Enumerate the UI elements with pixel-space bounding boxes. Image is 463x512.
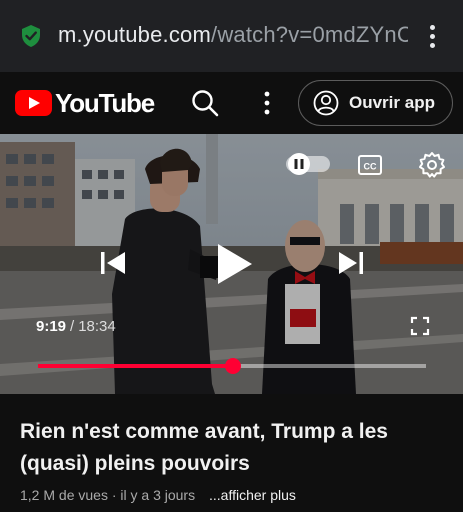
video-info-line: 1,2 M de vues · il y a 3 jours ...affich…: [20, 487, 296, 503]
youtube-play-logo-icon: [15, 90, 52, 116]
duration: 18:34: [78, 318, 116, 335]
time-display: 9:19/18:34: [36, 318, 116, 335]
upload-age: il y a 3 jours: [120, 487, 196, 503]
youtube-header: YouTube Ouvrir app: [0, 72, 463, 134]
next-icon[interactable]: [336, 248, 366, 278]
progress-fill: [38, 364, 233, 368]
open-app-label: Ouvrir app: [349, 93, 435, 112]
browser-url-bar: m.youtube.com/watch?v=0mdZYnC: [0, 0, 463, 72]
fullscreen-icon[interactable]: [410, 316, 430, 336]
search-icon[interactable]: [190, 88, 220, 118]
current-time: 9:19: [36, 318, 67, 335]
url-path: /watch?v=0mdZYnC: [211, 22, 408, 47]
more-vert-icon[interactable]: [420, 22, 444, 50]
video-metadata: Rien n'est comme avant, Trump a les (qua…: [0, 394, 463, 512]
shield-check-icon: [22, 25, 40, 47]
progress-bar[interactable]: [38, 358, 426, 374]
progress-scrubber[interactable]: [224, 358, 241, 374]
settings-gear-icon[interactable]: [418, 151, 446, 179]
url-field[interactable]: m.youtube.com/watch?v=0mdZYnC: [58, 22, 408, 48]
autoplay-toggle-icon[interactable]: [286, 152, 332, 176]
url-host: m.youtube.com: [58, 22, 212, 47]
captions-icon[interactable]: CC: [357, 152, 383, 178]
video-player[interactable]: CC 9:19/18:34: [0, 134, 463, 394]
time-separator: /: [70, 318, 75, 335]
play-icon[interactable]: [214, 242, 254, 286]
logo-text: YouTube: [55, 87, 155, 118]
youtube-logo[interactable]: YouTube: [15, 87, 155, 118]
account-icon: [313, 90, 339, 116]
open-app-button[interactable]: Ouvrir app: [298, 80, 453, 126]
svg-text:CC: CC: [364, 162, 377, 172]
previous-icon[interactable]: [98, 248, 128, 278]
video-title[interactable]: Rien n'est comme avant, Trump a les (qua…: [20, 416, 440, 480]
show-more-link[interactable]: ...afficher plus: [209, 487, 296, 503]
view-count: 1,2 M de vues: [20, 487, 108, 503]
info-dot: ·: [111, 487, 117, 503]
more-vert-icon[interactable]: [252, 88, 282, 118]
